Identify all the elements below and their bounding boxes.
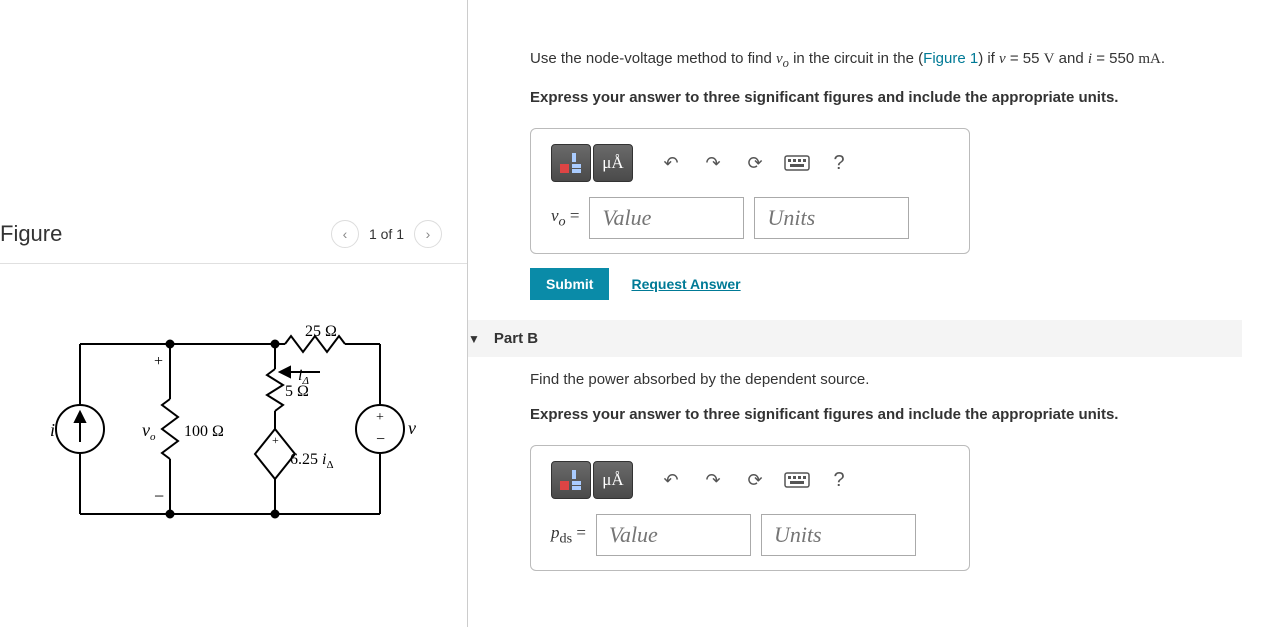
figure-counter: 1 of 1 bbox=[365, 226, 408, 242]
prompt-prefix: Use the node-voltage method to find bbox=[530, 50, 776, 67]
part-b-input-row: pds = bbox=[551, 514, 949, 556]
part-b-answer-box: μÅ ↶ ↷ ⟳ ? pds = bbox=[530, 445, 970, 571]
question-pane: Use the node-voltage method to find vo i… bbox=[468, 0, 1270, 627]
help-button[interactable]: ? bbox=[819, 144, 859, 182]
part-a-units-input[interactable] bbox=[754, 197, 909, 239]
part-b-units-input[interactable] bbox=[761, 514, 916, 556]
units-button[interactable]: μÅ bbox=[593, 461, 633, 499]
figure-header: Figure ‹ 1 of 1 › bbox=[0, 200, 467, 264]
undo-button[interactable]: ↶ bbox=[651, 144, 691, 182]
figure-title: Figure bbox=[0, 221, 62, 247]
prompt-and: and bbox=[1055, 50, 1088, 67]
depsrc-plus: + bbox=[272, 433, 279, 447]
figure-pane: Figure ‹ 1 of 1 › bbox=[0, 0, 468, 627]
part-b-prompt: Find the power absorbed by the dependent… bbox=[530, 371, 1260, 388]
label-vo: vo bbox=[142, 420, 156, 443]
part-a-submit-row: Submit Request Answer bbox=[530, 268, 1260, 300]
label-i: i bbox=[50, 420, 55, 440]
part-a-instruction: Express your answer to three significant… bbox=[530, 89, 1260, 106]
label-v: v bbox=[408, 418, 416, 438]
redo-button[interactable]: ↷ bbox=[693, 461, 733, 499]
label-plus: + bbox=[154, 353, 163, 370]
label-minus: − bbox=[154, 486, 164, 506]
circuit-diagram: i 25 Ω 5 Ω iΔ 100 Ω vo + − 6.25 iΔ + v +… bbox=[30, 324, 430, 554]
template-button[interactable] bbox=[551, 461, 591, 499]
figure-prev-button[interactable]: ‹ bbox=[331, 220, 359, 248]
part-b: Find the power absorbed by the dependent… bbox=[468, 371, 1270, 571]
collapse-caret-icon: ▼ bbox=[468, 332, 480, 346]
part-a-input-row: vo = bbox=[551, 197, 949, 239]
label-depsrc: 6.25 iΔ bbox=[290, 451, 334, 471]
part-b-var-label: pds = bbox=[551, 523, 586, 547]
reset-button[interactable]: ⟳ bbox=[735, 461, 775, 499]
figure-next-button[interactable]: › bbox=[414, 220, 442, 248]
part-b-title: Part B bbox=[494, 330, 538, 347]
reset-button[interactable]: ⟳ bbox=[735, 144, 775, 182]
part-b-header[interactable]: ▼ Part B bbox=[468, 320, 1242, 357]
figure-link[interactable]: Figure 1 bbox=[923, 50, 978, 67]
vsrc-plus: + bbox=[376, 410, 384, 425]
prompt-mid: in the circuit in the ( bbox=[789, 50, 923, 67]
part-a: Use the node-voltage method to find vo i… bbox=[468, 0, 1270, 300]
part-a-prompt: Use the node-voltage method to find vo i… bbox=[530, 50, 1260, 71]
label-r100: 100 Ω bbox=[184, 423, 224, 440]
part-a-answer-box: μÅ ↶ ↷ ⟳ ? vo = bbox=[530, 128, 970, 254]
part-a-toolbar: μÅ ↶ ↷ ⟳ ? bbox=[551, 143, 949, 183]
part-a-var-label: vo = bbox=[551, 206, 579, 230]
eq2-unit: mA bbox=[1138, 51, 1161, 67]
keyboard-button[interactable] bbox=[777, 144, 817, 182]
part-a-value-input[interactable] bbox=[589, 197, 744, 239]
undo-button[interactable]: ↶ bbox=[651, 461, 691, 499]
figure-nav: ‹ 1 of 1 › bbox=[331, 220, 442, 248]
template-button[interactable] bbox=[551, 144, 591, 182]
submit-button[interactable]: Submit bbox=[530, 268, 609, 300]
part-b-value-input[interactable] bbox=[596, 514, 751, 556]
prompt-var: vo bbox=[776, 51, 789, 67]
keyboard-button[interactable] bbox=[777, 461, 817, 499]
part-b-instruction: Express your answer to three significant… bbox=[530, 406, 1260, 423]
help-button[interactable]: ? bbox=[819, 461, 859, 499]
request-answer-link[interactable]: Request Answer bbox=[631, 276, 740, 292]
label-r25: 25 Ω bbox=[305, 324, 337, 340]
vsrc-minus: − bbox=[376, 431, 385, 448]
part-b-toolbar: μÅ ↶ ↷ ⟳ ? bbox=[551, 460, 949, 500]
eq1-val: = 55 bbox=[1006, 50, 1044, 67]
redo-button[interactable]: ↷ bbox=[693, 144, 733, 182]
eq1-lhs: v bbox=[999, 51, 1006, 67]
prompt-period: . bbox=[1161, 50, 1165, 67]
eq2-val: = 550 bbox=[1092, 50, 1138, 67]
prompt-after-link: ) if bbox=[978, 50, 999, 67]
units-button[interactable]: μÅ bbox=[593, 144, 633, 182]
eq1-unit: V bbox=[1044, 51, 1055, 67]
